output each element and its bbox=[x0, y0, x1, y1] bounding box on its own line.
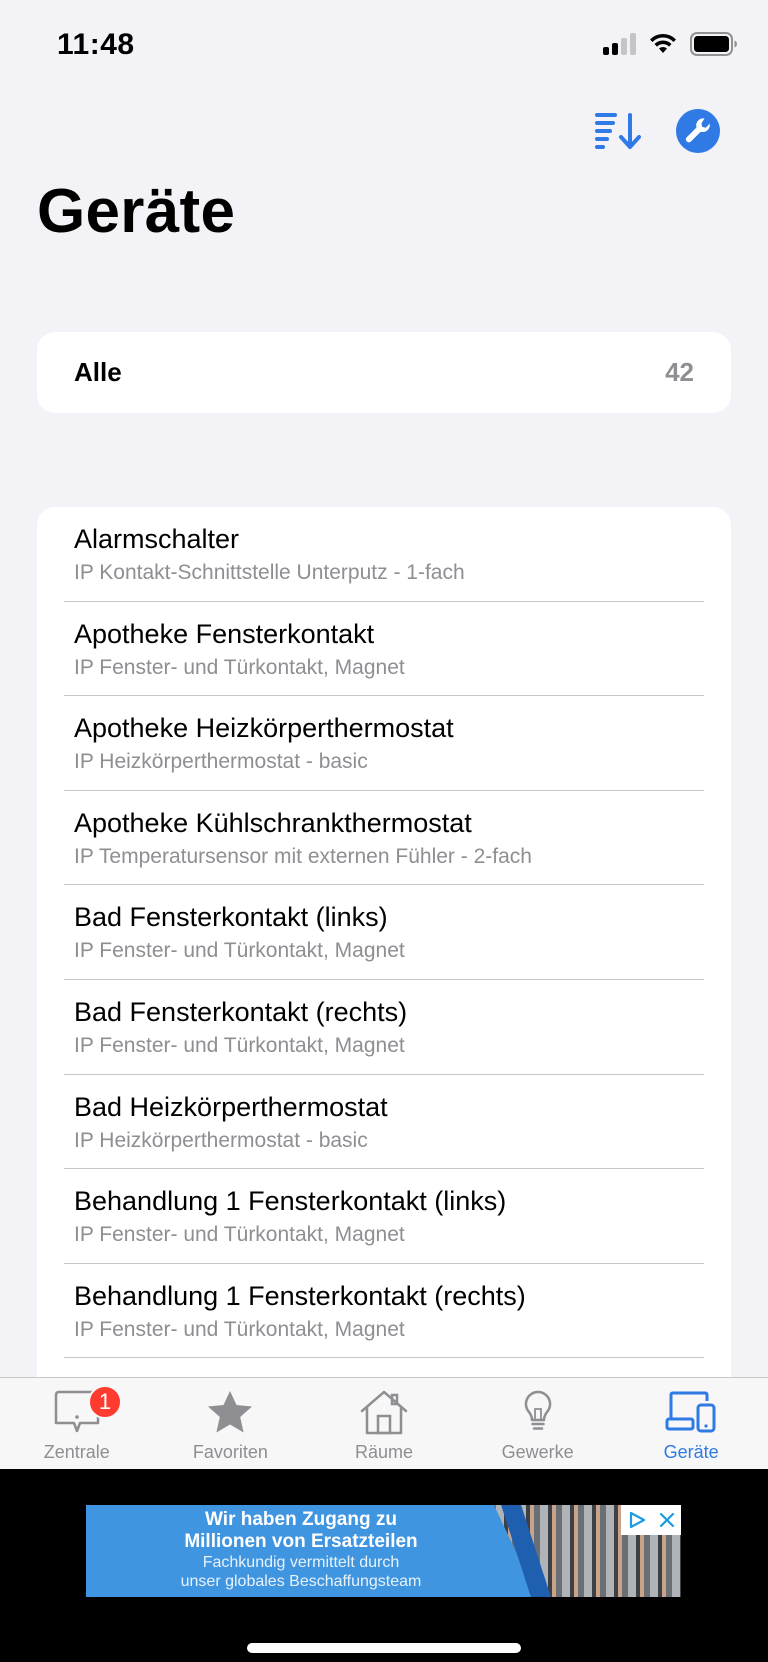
close-icon[interactable] bbox=[658, 1511, 676, 1529]
device-name: Apotheke Kühlschrankthermostat bbox=[74, 807, 472, 838]
wifi-icon bbox=[650, 33, 676, 53]
device-type: IP Fenster- und Türkontakt, Magnet bbox=[74, 1033, 405, 1057]
device-type: IP Fenster- und Türkontakt, Magnet bbox=[74, 939, 405, 963]
device-row[interactable]: Bad Fensterkontakt (rechts) IP Fenster- … bbox=[37, 980, 731, 1075]
cellular-signal-icon bbox=[603, 33, 636, 55]
adchoices-icon[interactable] bbox=[627, 1510, 647, 1530]
device-name: Bad Heizkörperthermostat bbox=[74, 1091, 388, 1122]
device-name: Apotheke Fensterkontakt bbox=[74, 618, 375, 649]
device-row[interactable]: Bad Fensterkontakt (links) IP Fenster- u… bbox=[37, 885, 731, 980]
ad-headline: Wir haben Zugang zu bbox=[205, 1509, 397, 1530]
device-row[interactable]: Behandlung 1 Fensterkontakt (links) IP F… bbox=[37, 1169, 731, 1264]
device-type: IP Heizkörperthermostat - basic bbox=[74, 1128, 368, 1152]
tab-bar: 1 Zentrale Favoriten Räume Gewerke Gerät… bbox=[0, 1377, 768, 1469]
device-row[interactable]: Apotheke Kühlschrankthermostat IP Temper… bbox=[37, 791, 731, 886]
device-type: IP Fenster- und Türkontakt, Magnet bbox=[74, 1223, 405, 1247]
tab-label: Zentrale bbox=[43, 1442, 110, 1462]
tab-raeume[interactable]: Räume bbox=[307, 1378, 461, 1469]
tab-gewerke[interactable]: Gewerke bbox=[461, 1378, 615, 1469]
ad-controls[interactable] bbox=[621, 1505, 681, 1535]
device-list: Alarmschalter IP Kontakt-Schnittstelle U… bbox=[37, 507, 731, 1377]
status-time: 11:48 bbox=[57, 28, 135, 61]
star-icon bbox=[204, 1388, 256, 1436]
ad-banner[interactable]: Wir haben Zugang zu Millionen von Ersatz… bbox=[86, 1505, 681, 1597]
device-row[interactable]: Apotheke Fensterkontakt IP Fenster- und … bbox=[37, 602, 731, 697]
device-row[interactable]: Alarmschalter IP Kontakt-Schnittstelle U… bbox=[37, 507, 731, 602]
tab-geraete[interactable]: Geräte bbox=[614, 1378, 768, 1469]
ad-text: Wir haben Zugang zu Millionen von Ersatz… bbox=[136, 1509, 466, 1591]
tab-label: Geräte bbox=[663, 1442, 719, 1462]
status-icons bbox=[603, 32, 738, 56]
device-name: Bad Fensterkontakt (rechts) bbox=[74, 996, 408, 1027]
device-row[interactable]: Behandlung 1 Fensterkontakt (rechts) IP … bbox=[37, 1264, 731, 1359]
ad-headline: Millionen von Ersatzteilen bbox=[184, 1531, 418, 1552]
tab-label: Räume bbox=[354, 1442, 413, 1462]
all-devices-count: 42 bbox=[665, 357, 694, 387]
device-row[interactable]: Apotheke Heizkörperthermostat IP Heizkör… bbox=[37, 696, 731, 791]
device-type: IP Temperatursensor mit externen Fühler … bbox=[74, 844, 532, 868]
home-indicator[interactable] bbox=[247, 1643, 521, 1653]
devices-icon bbox=[665, 1388, 717, 1436]
notification-badge: 1 bbox=[88, 1385, 122, 1419]
lightbulb-icon bbox=[512, 1388, 564, 1436]
battery-icon bbox=[690, 32, 737, 56]
ad-subline: Fachkundig vermittelt durch bbox=[202, 1554, 400, 1571]
device-name: Bad Fensterkontakt (links) bbox=[74, 902, 388, 933]
tab-label: Favoriten bbox=[192, 1442, 268, 1462]
status-bar: 11:48 bbox=[0, 0, 768, 90]
device-type: IP Heizkörperthermostat - basic bbox=[74, 750, 368, 774]
ad-subline: unser globales Beschaffungsteam bbox=[180, 1573, 422, 1590]
sort-button[interactable] bbox=[592, 106, 642, 156]
wrench-icon bbox=[676, 109, 720, 153]
ad-area: Wir haben Zugang zu Millionen von Ersatz… bbox=[0, 1469, 768, 1662]
all-devices-row[interactable]: Alle 42 bbox=[37, 332, 731, 413]
device-type: IP Kontakt-Schnittstelle Unterputz - 1-f… bbox=[74, 561, 465, 584]
device-name: Behandlung 1 Fensterkontakt (rechts) bbox=[74, 1280, 526, 1311]
device-name: Apotheke Heizkörperthermostat bbox=[74, 713, 454, 744]
settings-button[interactable] bbox=[673, 106, 723, 156]
device-name: Alarmschalter bbox=[74, 524, 240, 554]
sort-descending-icon bbox=[595, 113, 641, 149]
tab-label: Gewerke bbox=[501, 1442, 574, 1462]
device-type: IP Fenster- und Türkontakt, Magnet bbox=[74, 655, 405, 679]
all-devices-label: Alle bbox=[74, 357, 122, 387]
device-row[interactable]: Bad Heizkörperthermostat IP Heizkörperth… bbox=[37, 1075, 731, 1170]
device-type: IP Fenster- und Türkontakt, Magnet bbox=[74, 1317, 405, 1341]
screen: 11:48 Geräte Alle 42 Alarmschalter IP Ko… bbox=[0, 0, 768, 1662]
house-icon bbox=[358, 1388, 410, 1436]
device-name: Behandlung 1 Fensterkontakt (links) bbox=[74, 1186, 507, 1217]
page-title: Geräte bbox=[37, 177, 236, 246]
tab-favoriten[interactable]: Favoriten bbox=[154, 1378, 308, 1469]
tab-zentrale[interactable]: 1 Zentrale bbox=[0, 1378, 154, 1469]
